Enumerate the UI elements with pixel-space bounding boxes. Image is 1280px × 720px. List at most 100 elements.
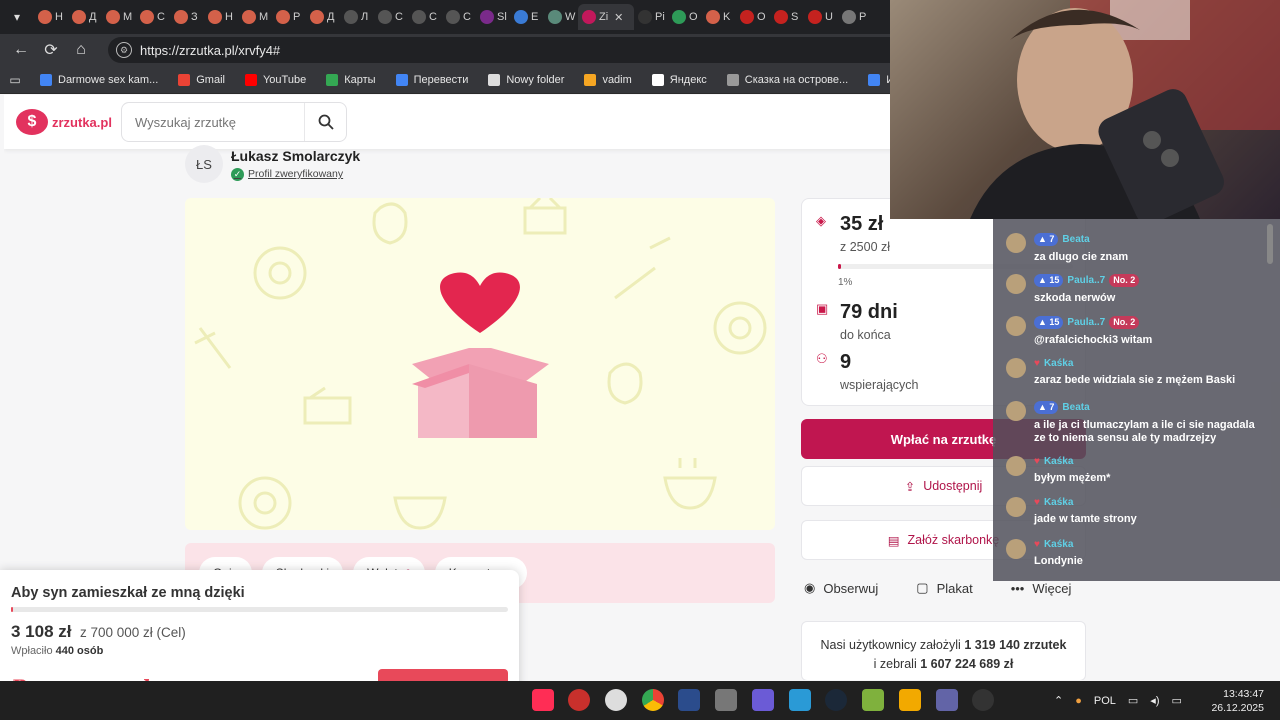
network-icon[interactable]: ▭ <box>1128 694 1138 707</box>
follow-button[interactable]: ◉ Obserwuj <box>804 580 878 596</box>
browser-tab[interactable]: Sl <box>476 4 510 30</box>
chat-username[interactable]: Beata <box>1062 234 1089 245</box>
bookmark-item[interactable]: Карты <box>326 73 376 86</box>
back-arrow-icon[interactable]: ← <box>8 37 34 63</box>
chat-username[interactable]: Kaśka <box>1044 497 1073 508</box>
gallery-icon[interactable] <box>789 689 811 711</box>
browser-tab[interactable]: C <box>408 4 442 30</box>
chat-avatar[interactable] <box>1006 358 1026 378</box>
bookmark-item[interactable]: Darmowe sex kam... <box>40 73 158 86</box>
tab-favicon-icon <box>638 10 652 24</box>
browser-tab[interactable]: З <box>170 4 204 30</box>
browser-tab[interactable]: S <box>770 4 804 30</box>
bookmark-item[interactable]: Nowy folder <box>488 73 564 86</box>
3d-app-icon[interactable] <box>715 689 737 711</box>
chat-avatar[interactable] <box>1006 539 1026 559</box>
browser-tab[interactable]: Д <box>306 4 340 30</box>
star-app-icon[interactable] <box>678 689 700 711</box>
tab-search-chevron-icon[interactable]: ▾ <box>6 6 28 28</box>
chat-scrollbar[interactable] <box>1266 224 1274 674</box>
avatar[interactable]: ŁS <box>185 145 223 183</box>
browser-tab[interactable]: H <box>34 4 68 30</box>
browser-tab[interactable]: K <box>702 4 736 30</box>
chat-username[interactable]: Paula..7 <box>1067 317 1105 328</box>
search-input[interactable] <box>122 114 302 130</box>
minecraft-icon[interactable] <box>862 689 884 711</box>
browser-tab[interactable]: M <box>238 4 272 30</box>
tab-title: Pi <box>655 11 665 23</box>
tab-favicon-icon <box>106 10 120 24</box>
more-button[interactable]: ••• Więcej <box>1011 580 1072 596</box>
chat-username[interactable]: Paula..7 <box>1067 275 1105 286</box>
browser-tab[interactable]: C <box>374 4 408 30</box>
browser-tab[interactable]: P <box>272 4 306 30</box>
browser-tab[interactable]: W <box>544 4 578 30</box>
browser-tab[interactable]: C <box>136 4 170 30</box>
bookmark-item[interactable]: Gmail <box>178 73 225 86</box>
browser-tab[interactable]: E <box>510 4 544 30</box>
calendar-icon: ▣ <box>816 301 829 316</box>
bookmark-label: Яндекс <box>669 73 707 86</box>
microphone-icon[interactable]: ● <box>1075 695 1082 707</box>
chat-text: szkoda nerwów <box>1034 292 1116 304</box>
chat-username[interactable]: Kaśka <box>1044 456 1073 467</box>
browser-tab[interactable]: C <box>442 4 476 30</box>
tab-title: E <box>531 11 539 23</box>
chat-username[interactable]: Kaśka <box>1044 539 1073 550</box>
reload-icon[interactable]: ⟳ <box>38 37 64 63</box>
coins-icon: ◈ <box>816 213 826 228</box>
tab-favicon-icon <box>480 10 494 24</box>
volume-icon[interactable]: ◂) <box>1150 694 1159 707</box>
app-n-icon[interactable] <box>605 689 627 711</box>
browser-tab[interactable]: O <box>668 4 702 30</box>
scroll-thumb[interactable] <box>1267 224 1273 264</box>
bookmark-item[interactable]: vadim <box>584 73 632 86</box>
chat-username[interactable]: Beata <box>1062 402 1089 413</box>
bookmark-item[interactable]: Сказка на острове... <box>726 73 848 86</box>
browser-tab[interactable]: H <box>204 4 238 30</box>
verified-profile-link[interactable]: ✓ Profil zweryfikowany <box>231 167 360 181</box>
chat-avatar[interactable] <box>1006 456 1026 476</box>
clock[interactable]: 13:43:47 26.12.2025 <box>1211 687 1264 715</box>
bookmark-item[interactable]: Перевести <box>395 73 468 86</box>
battery-icon[interactable]: ▭ <box>1171 694 1181 707</box>
browser-tab[interactable]: Zi ✕ <box>578 4 634 30</box>
chat-message: ▲ 15 Paula..7 No. 2 @rafalcichocki3 witam <box>1006 316 1259 347</box>
steam-icon[interactable] <box>825 689 847 711</box>
chat-avatar[interactable] <box>1006 401 1026 421</box>
chat-avatar[interactable] <box>1006 233 1026 253</box>
recorder-icon[interactable] <box>972 689 994 711</box>
browser-tab[interactable]: Л <box>340 4 374 30</box>
zrzutka-logo[interactable]: $ zrzutka.pl <box>16 109 112 135</box>
home-icon[interactable]: ⌂ <box>68 37 94 63</box>
search-button[interactable] <box>304 103 346 141</box>
chevron-up-icon[interactable]: ⌃ <box>1054 694 1063 707</box>
chrome-icon[interactable] <box>642 689 664 711</box>
close-tab-icon[interactable]: ✕ <box>614 11 623 24</box>
url-field[interactable]: ⚙ https://zrzutka.pl/xrvfy4# <box>108 37 968 63</box>
browser-tab[interactable]: U <box>804 4 838 30</box>
browser-tab[interactable]: Pi <box>634 4 668 30</box>
browser-tab[interactable]: P <box>838 4 872 30</box>
language-indicator[interactable]: POL <box>1094 695 1116 707</box>
site-info-icon[interactable]: ⚙ <box>116 42 132 58</box>
bookmark-item[interactable]: Яндекс <box>651 73 707 86</box>
photos-icon[interactable] <box>752 689 774 711</box>
poster-button[interactable]: ▢ Plakat <box>916 580 972 596</box>
tab-groups-icon[interactable]: ▭ <box>8 67 22 93</box>
browser-tab[interactable]: M <box>102 4 136 30</box>
author-name[interactable]: Łukasz Smolarczyk <box>231 148 360 164</box>
bookmark-item[interactable]: YouTube <box>244 73 306 86</box>
browser-tab[interactable]: O <box>736 4 770 30</box>
tab-title: Zi <box>599 11 609 23</box>
chat-avatar[interactable] <box>1006 316 1026 336</box>
chat-avatar[interactable] <box>1006 497 1026 517</box>
app-r-icon[interactable] <box>568 689 590 711</box>
tiktok-icon[interactable] <box>532 689 554 711</box>
chat-username[interactable]: Kaśka <box>1044 358 1073 369</box>
heart-badge-icon: ♥ <box>1034 497 1040 508</box>
teams-icon[interactable] <box>936 689 958 711</box>
browser-tab[interactable]: Д <box>68 4 102 30</box>
media-player-icon[interactable] <box>899 689 921 711</box>
chat-avatar[interactable] <box>1006 274 1026 294</box>
